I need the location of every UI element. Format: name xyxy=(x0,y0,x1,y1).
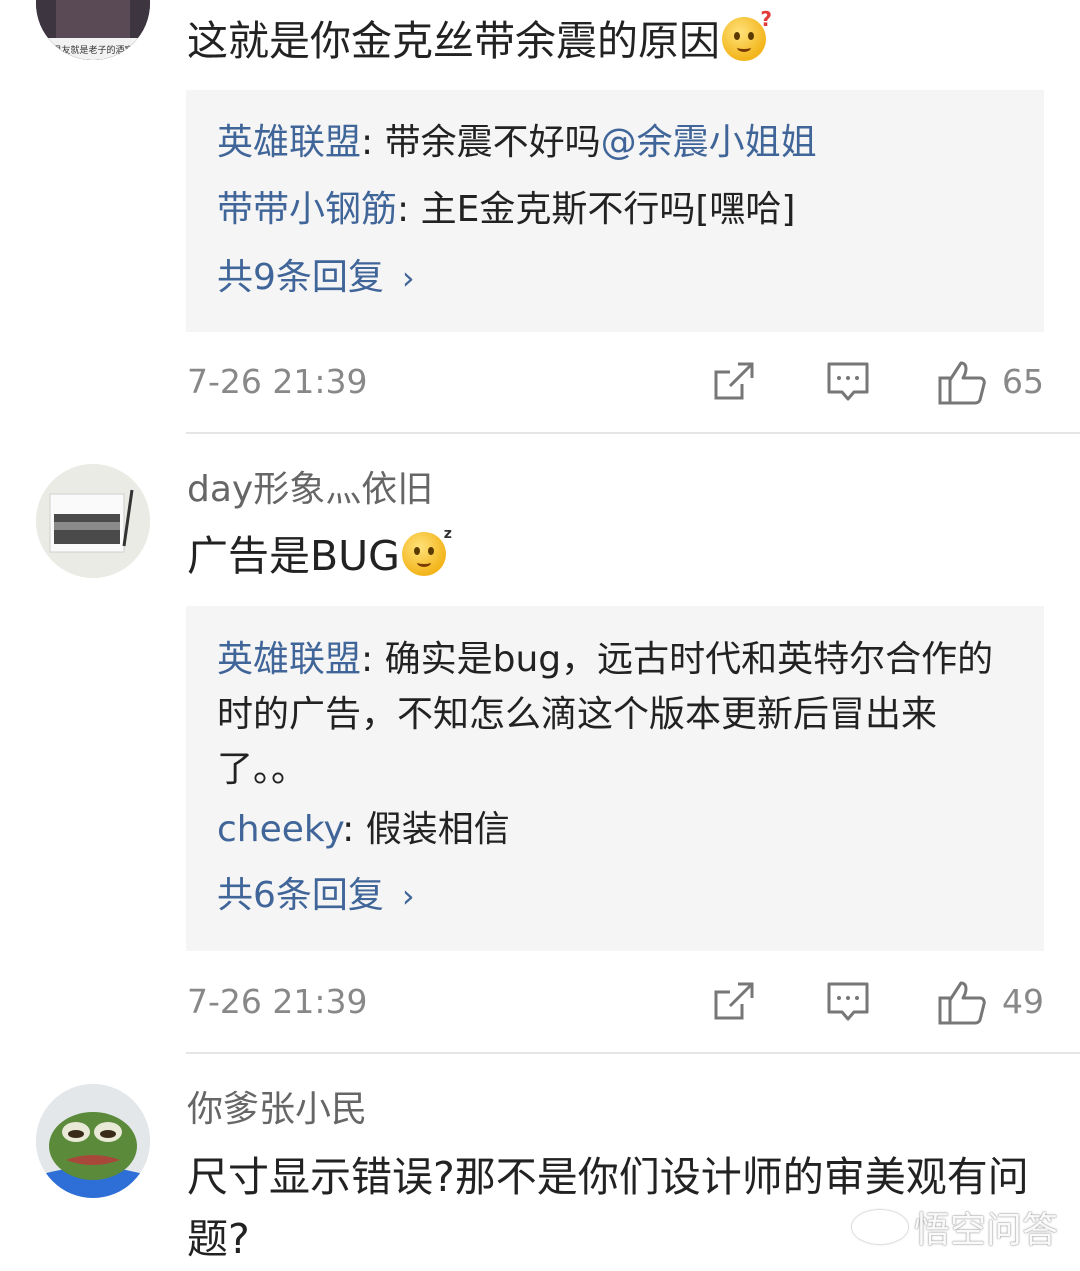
reply-text: 带余震不好吗 xyxy=(384,122,601,163)
reply-item[interactable]: 英雄联盟: 确实是bug，远古时代和英特尔合作的时的广告，不知怎么滴这个版本更新… xyxy=(217,632,1017,797)
reply-text: 主E金克斯不行吗[嘿哈] xyxy=(420,189,796,230)
watermark: 悟空问答 xyxy=(851,1201,1058,1253)
chevron-right-icon: › xyxy=(401,259,415,297)
comment-meta: 7-26 21:39 49 xyxy=(0,974,1080,1034)
reply-box[interactable]: 英雄联盟: 确实是bug，远古时代和英特尔合作的时的广告，不知怎么滴这个版本更新… xyxy=(186,606,1044,951)
comment-meta: 7-26 21:39 65 xyxy=(0,354,1080,414)
comment-icon[interactable] xyxy=(826,360,870,404)
more-replies-label: 共9条回复 xyxy=(217,257,384,298)
username[interactable]: 你爹张小民 xyxy=(187,1088,367,1132)
reply-item[interactable]: cheeky: 假装相信 xyxy=(217,802,1017,857)
avatar[interactable]: 男友就是老子的酒窝 xyxy=(36,0,150,60)
more-replies-label: 共6条回复 xyxy=(217,875,384,916)
comment-body: 广告是BUG z xyxy=(187,525,1047,587)
avatar-image: 男友就是老子的酒窝 xyxy=(36,0,150,60)
reply-author[interactable]: cheeky xyxy=(217,809,342,850)
share-icon[interactable] xyxy=(712,980,756,1024)
reply-author[interactable]: 英雄联盟 xyxy=(217,122,361,163)
chevron-right-icon: › xyxy=(401,877,415,915)
watermark-logo-icon xyxy=(851,1210,908,1244)
thumbs-up-icon[interactable] xyxy=(937,980,987,1026)
comment-text: 这就是你金克丝带余震的原因 xyxy=(187,17,720,65)
sweat-emoji-icon: z xyxy=(401,526,452,576)
reply-item[interactable]: 带带小钢筋: 主E金克斯不行吗[嘿哈] xyxy=(217,182,1017,237)
reply-sep: : xyxy=(361,122,385,163)
reply-sep: : xyxy=(397,189,421,230)
mention-link[interactable]: @余震小姐姐 xyxy=(601,122,817,163)
divider xyxy=(186,1052,1080,1054)
reply-box[interactable]: 英雄联盟: 带余震不好吗@余震小姐姐 带带小钢筋: 主E金克斯不行吗[嘿哈] 共… xyxy=(186,90,1044,332)
reply-author[interactable]: 英雄联盟 xyxy=(217,639,361,680)
comment-icon[interactable] xyxy=(826,980,870,1024)
like-count: 49 xyxy=(1002,982,1044,1021)
thumbs-up-icon[interactable] xyxy=(937,360,987,406)
more-replies-link[interactable]: 共9条回复 › xyxy=(217,256,415,300)
reply-item[interactable]: 英雄联盟: 带余震不好吗@余震小姐姐 xyxy=(217,115,1017,170)
more-replies-link[interactable]: 共6条回复 › xyxy=(217,874,415,918)
avatar-image xyxy=(36,1084,150,1198)
reply-text: 假装相信 xyxy=(365,809,510,850)
timestamp: 7-26 21:39 xyxy=(187,982,368,1021)
reply-sep: : xyxy=(361,639,385,680)
timestamp: 7-26 21:39 xyxy=(187,362,368,401)
confused-emoji-icon: ? xyxy=(722,9,772,61)
avatar[interactable] xyxy=(36,464,150,578)
avatar-image xyxy=(36,464,150,578)
share-icon[interactable] xyxy=(712,360,756,404)
like-count: 65 xyxy=(1002,362,1044,401)
divider xyxy=(186,432,1080,434)
reply-author[interactable]: 带带小钢筋 xyxy=(217,189,397,230)
comment-body: 这就是你金克丝带余震的原因? xyxy=(187,9,1047,72)
comment-text: 广告是BUG xyxy=(187,532,400,580)
reply-sep: : xyxy=(342,809,366,850)
username[interactable]: day形象灬依旧 xyxy=(187,468,433,512)
avatar[interactable] xyxy=(36,1084,150,1198)
watermark-text: 悟空问答 xyxy=(913,1210,1058,1251)
avatar-caption: 男友就是老子的酒窝 xyxy=(52,44,133,56)
